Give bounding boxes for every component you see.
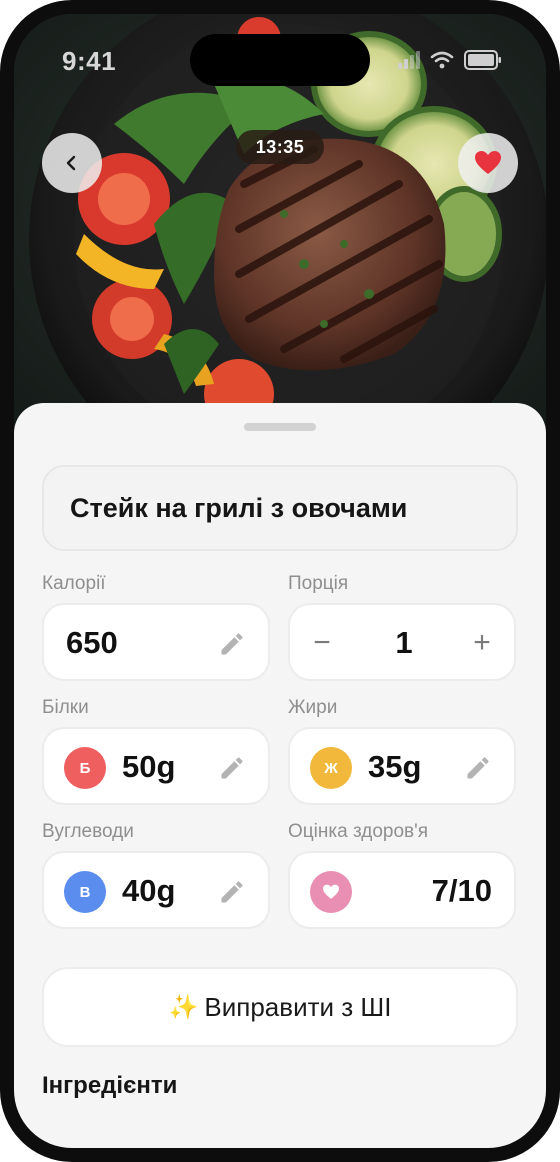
protein-card[interactable]: Б 50g <box>42 727 270 805</box>
portion-increase-button[interactable]: + <box>462 623 502 663</box>
ingredients-heading: Інгредієнти <box>42 1072 178 1099</box>
portion-stepper[interactable]: − 1 + <box>288 603 516 681</box>
health-score-card: 7/10 <box>288 851 516 929</box>
carbs-card[interactable]: В 40g <box>42 851 270 929</box>
favorite-button[interactable] <box>458 133 518 193</box>
heart-icon <box>323 884 339 899</box>
heart-icon <box>475 151 501 174</box>
fat-card[interactable]: Ж 35g <box>288 727 516 805</box>
fat-label: Жири <box>288 697 338 718</box>
status-icons <box>398 50 502 70</box>
chevron-left-icon <box>66 155 76 171</box>
calories-label: Калорії <box>42 573 106 594</box>
calories-value: 650 <box>66 625 118 660</box>
fat-value: 35g <box>368 749 422 784</box>
signal-icon <box>398 51 420 69</box>
calories-card[interactable]: 650 <box>42 603 270 681</box>
screen: 9:41 13:35 Стейк на грилі з овочами Кало… <box>14 14 546 1148</box>
back-button[interactable] <box>42 133 102 193</box>
carbs-value: 40g <box>122 873 176 908</box>
fix-with-ai-label: Виправити з ШІ <box>204 991 392 1022</box>
wifi-icon <box>430 51 454 69</box>
meal-details-sheet: Стейк на грилі з овочами Калорії Порція … <box>14 403 546 1148</box>
portion-label: Порція <box>288 573 349 594</box>
health-badge <box>310 871 352 913</box>
fix-with-ai-button[interactable]: ✨ Виправити з ШІ <box>42 967 518 1047</box>
protein-badge: Б <box>64 747 106 789</box>
phone-frame: 9:41 13:35 Стейк на грилі з овочами Кало… <box>0 0 560 1162</box>
pencil-icon[interactable] <box>218 878 246 906</box>
status-time: 9:41 <box>62 46 117 76</box>
protein-value: 50g <box>122 749 176 784</box>
health-score-label: Оцінка здоров'я <box>288 821 429 842</box>
carbs-badge: В <box>64 871 106 913</box>
pencil-icon[interactable] <box>218 630 246 658</box>
pencil-icon[interactable] <box>464 754 492 782</box>
battery-icon <box>464 50 501 70</box>
fat-badge: Ж <box>310 747 352 789</box>
protein-label: Білки <box>42 697 89 718</box>
sparkles-icon: ✨ <box>168 993 199 1021</box>
meal-title-field[interactable]: Стейк на грилі з овочами <box>42 465 518 551</box>
health-score-value: 7/10 <box>431 873 492 908</box>
time-badge: 13:35 <box>236 130 324 164</box>
pencil-icon[interactable] <box>218 754 246 782</box>
sheet-drag-handle[interactable] <box>244 423 316 431</box>
dynamic-island <box>190 34 370 86</box>
carbs-label: Вуглеводи <box>42 821 134 842</box>
